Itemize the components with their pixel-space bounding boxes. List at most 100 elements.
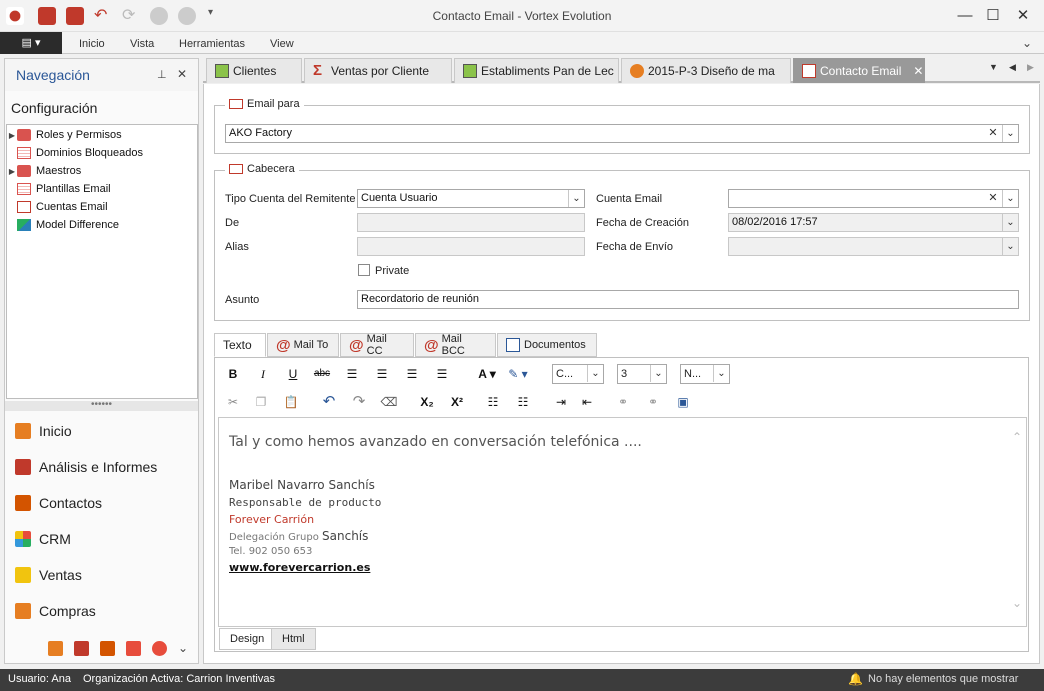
justify-icon[interactable]: ☰ [432,364,452,384]
asunto-input[interactable]: Recordatorio de reunión [357,290,1019,309]
subscript-icon[interactable]: X₂ [417,392,437,412]
expand-arrow-icon[interactable]: ▶ [7,131,17,140]
strikethrough-icon[interactable]: abc [312,364,332,384]
menu-view[interactable]: View [270,38,294,50]
nav-group-inicio[interactable]: Inicio [5,413,198,449]
align-center-icon[interactable]: ☰ [372,364,392,384]
font-name-select[interactable]: C... ⌄ [552,364,604,384]
signature-web-link[interactable]: www.forevercarrion.es [229,561,370,574]
tree-item-cuentas[interactable]: Cuentas Email [7,198,108,216]
nav-group-crm[interactable]: CRM [5,521,198,557]
bullet-list-icon[interactable]: ☷ [513,392,533,412]
underline-icon[interactable]: U [283,364,303,384]
outdent-icon[interactable]: ⇤ [577,392,597,412]
dropdown-arrow-icon[interactable]: ⌄ [1002,125,1018,142]
cuenta-email-input[interactable]: ✕ ⌄ [728,189,1019,208]
tab-scroll-left-icon[interactable]: ◀ [1009,62,1016,73]
highlight-color-icon[interactable]: ✎ ▾ [504,364,532,384]
tree-item-roles[interactable]: ▶ Roles y Permisos [7,126,122,144]
tab-diseno[interactable]: 2015-P-3 Diseño de ma [621,58,791,83]
nav-close-icon[interactable]: ✕ [177,67,187,81]
dropdown-arrow-icon[interactable]: ⌄ [650,365,666,382]
font-size-select[interactable]: 3 ⌄ [617,364,667,384]
tab-mail-bcc[interactable]: @ Mail BCC [415,333,496,357]
menu-vista[interactable]: Vista [130,38,154,50]
nav-splitter[interactable]: •••••• [5,400,198,411]
redo-icon[interactable]: ↷ [349,392,369,412]
alias-input[interactable] [357,237,585,256]
expand-arrow-icon[interactable]: ▶ [7,167,17,176]
menu-herramientas[interactable]: Herramientas [179,38,245,50]
maximize-button[interactable]: ☐ [982,6,1004,26]
nav-group-contactos[interactable]: Contactos [5,485,198,521]
dropdown-arrow-icon[interactable]: ⌄ [1002,238,1018,255]
link-icon[interactable]: ⚭ [613,392,633,412]
ribbon-collapse-icon[interactable]: ⌄ [1022,36,1032,50]
email-para-input[interactable]: AKO Factory ✕ ⌄ [225,124,1019,143]
tab-mail-cc[interactable]: @ Mail CC [340,333,414,357]
bold-icon[interactable]: B [223,364,243,384]
indent-icon[interactable]: ⇥ [551,392,571,412]
eraser-icon[interactable]: ⌫ [379,392,399,412]
align-right-icon[interactable]: ☰ [402,364,422,384]
paragraph-style-select[interactable]: N... ⌄ [680,364,730,384]
copy-icon[interactable]: ❐ [251,392,271,412]
tree-item-maestros[interactable]: ▶ Maestros [7,162,81,180]
de-input[interactable] [357,213,585,232]
chevron-down-icon[interactable]: ⌄ [178,641,188,655]
user-settings-icon[interactable] [99,640,115,656]
align-left-icon[interactable]: ☰ [342,364,362,384]
nav-group-analisis[interactable]: Análisis e Informes [5,449,198,485]
app-menu-button[interactable]: ▤ ▾ [0,32,62,54]
unlink-icon[interactable]: ⚭ [643,392,663,412]
nav-group-compras[interactable]: Compras [5,593,198,629]
tree-item-plantillas[interactable]: Plantillas Email [7,180,111,198]
pin-icon[interactable]: ⊥ [157,68,167,81]
plugin-icon[interactable] [125,640,141,656]
cut-icon[interactable]: ✂ [223,392,243,412]
fecha-creacion-input[interactable]: 08/02/2016 17:57 ⌄ [728,213,1019,232]
tab-list-icon[interactable]: ▼ [989,62,998,72]
private-checkbox[interactable] [358,264,370,276]
clear-icon[interactable]: ✕ [985,125,1001,142]
help-icon[interactable] [151,640,167,656]
dropdown-arrow-icon[interactable]: ⌄ [568,190,584,207]
undo-icon[interactable]: ↶ [319,392,339,412]
tab-design[interactable]: Design [219,628,276,650]
tab-establiments[interactable]: Establiments Pan de Lec [454,58,619,83]
tab-scroll-right-icon[interactable]: ▶ [1027,62,1034,73]
paste-icon[interactable]: 📋 [281,392,301,412]
minimize-button[interactable]: — [954,6,976,26]
numbered-list-icon[interactable]: ☷ [483,392,503,412]
tab-documentos[interactable]: Documentos [497,333,597,357]
dropdown-arrow-icon[interactable]: ⌄ [1002,214,1018,231]
scroll-down-icon[interactable]: ⌄ [1012,596,1022,610]
tree-item-model[interactable]: Model Difference [7,216,119,234]
font-color-icon[interactable]: A ▾ [473,364,501,384]
clear-icon[interactable]: ✕ [985,190,1001,207]
dropdown-arrow-icon[interactable]: ⌄ [1002,190,1018,207]
printer-icon[interactable] [73,640,89,656]
fecha-envio-input[interactable]: ⌄ [728,237,1019,256]
editor-content[interactable]: Tal y como hemos avanzado en conversació… [218,417,1027,627]
scroll-up-icon[interactable]: ⌃ [1012,430,1022,444]
tab-close-icon[interactable]: ✕ [913,64,923,78]
close-button[interactable]: ✕ [1012,6,1034,26]
tipo-cuenta-select[interactable]: Cuenta Usuario ⌄ [357,189,585,208]
tab-mail-to[interactable]: @ Mail To [267,333,339,357]
image-icon[interactable]: ▣ [673,392,693,412]
menu-inicio[interactable]: Inicio [79,38,105,50]
superscript-icon[interactable]: X² [447,392,467,412]
tab-clientes[interactable]: Clientes [206,58,302,83]
tab-texto[interactable]: Texto [214,333,266,357]
bell-icon[interactable]: 🔔 [848,672,863,686]
nav-group-ventas[interactable]: Ventas [5,557,198,593]
dropdown-arrow-icon[interactable]: ⌄ [713,365,729,382]
dropdown-arrow-icon[interactable]: ⌄ [587,365,603,382]
tree-item-dominios[interactable]: Dominios Bloqueados [7,144,143,162]
tab-html[interactable]: Html [271,628,316,650]
tab-ventas-cliente[interactable]: Σ Ventas por Cliente [304,58,452,83]
tab-contacto-email[interactable]: Contacto Email ✕ [793,58,925,83]
italic-icon[interactable]: I [253,364,273,384]
tools-icon[interactable] [47,640,63,656]
